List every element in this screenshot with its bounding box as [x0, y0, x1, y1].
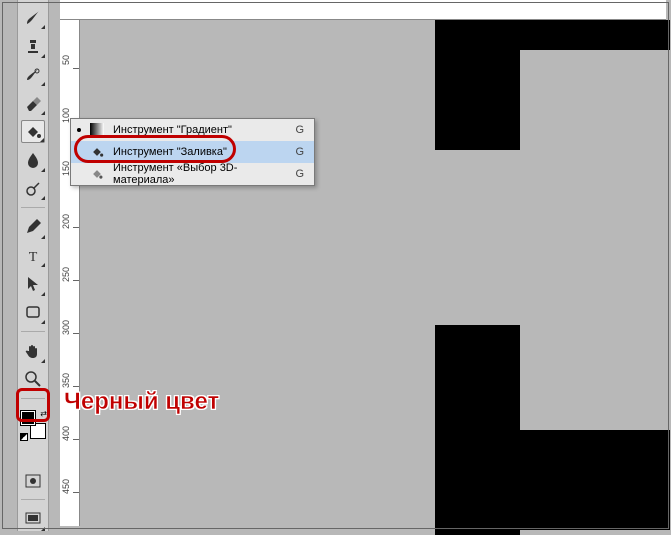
blur-tool-icon [24, 151, 42, 169]
toolbar-separator [21, 499, 45, 500]
type-tool[interactable]: T [21, 244, 45, 267]
path-select-icon [24, 275, 42, 293]
history-brush-icon [24, 66, 42, 84]
ruler-tick: 200 [62, 214, 71, 229]
toolbar-separator [21, 331, 45, 332]
dodge-tool-icon [24, 180, 42, 198]
zoom-tool[interactable] [21, 368, 45, 391]
flyout-item-3d-material[interactable]: Инструмент «Выбор 3D-материала» G [71, 163, 314, 185]
flyout-label: Инструмент "Заливка" [113, 146, 287, 158]
hand-tool-icon [24, 342, 42, 360]
eraser-tool[interactable] [21, 91, 45, 114]
ruler-tick: 50 [62, 55, 71, 65]
flyout-shortcut: G [295, 124, 304, 136]
color-swatches[interactable]: ⇄ [20, 410, 46, 439]
type-tool-icon: T [24, 247, 42, 265]
swap-colors-icon[interactable]: ⇄ [40, 409, 47, 418]
ruler-tick: 350 [62, 373, 71, 388]
gutter [49, 0, 60, 531]
flyout-item-gradient[interactable]: Инструмент "Градиент" G [71, 119, 314, 141]
canvas-area[interactable] [80, 20, 666, 526]
flyout-label: Инструмент «Выбор 3D-материала» [113, 162, 287, 186]
pen-tool-icon [24, 218, 42, 236]
canvas-shape [435, 325, 520, 535]
ruler-tick: 400 [62, 426, 71, 441]
tools-toolbar: T ⇄ [17, 0, 49, 531]
vertical-ruler[interactable]: 50 100 150 200 250 300 350 400 450 [60, 20, 80, 526]
app-outer-gutter [0, 0, 17, 531]
flyout-item-paint-bucket[interactable]: Инструмент "Заливка" G [71, 141, 314, 163]
shape-tool[interactable] [21, 301, 45, 324]
stamp-tool[interactable] [21, 34, 45, 57]
pen-tool[interactable] [21, 215, 45, 238]
ruler-tick: 450 [62, 479, 71, 494]
paint-bucket-icon [89, 144, 105, 160]
canvas-shape [435, 20, 520, 150]
ruler-tick: 250 [62, 267, 71, 282]
quick-mask-toggle[interactable] [21, 469, 45, 492]
shape-tool-icon [24, 303, 42, 321]
eraser-tool-icon [24, 94, 42, 112]
toolbar-separator [21, 207, 45, 208]
zoom-tool-icon [24, 370, 42, 388]
screen-mode-toggle[interactable] [21, 507, 45, 530]
history-brush-tool[interactable] [21, 63, 45, 86]
path-select-tool[interactable] [21, 272, 45, 295]
default-colors-icon[interactable] [20, 433, 28, 441]
active-tool-indicator [77, 128, 81, 132]
bucket-tool[interactable] [21, 120, 45, 144]
hand-tool[interactable] [21, 339, 45, 362]
screen-mode-icon [24, 510, 42, 528]
foreground-color-swatch[interactable] [20, 410, 36, 426]
toolbar-separator [21, 398, 45, 399]
flyout-shortcut: G [295, 168, 304, 180]
quick-mask-icon [24, 472, 42, 490]
svg-text:T: T [29, 250, 38, 265]
dodge-tool[interactable] [21, 177, 45, 200]
brush-tool[interactable] [21, 6, 45, 29]
horizontal-ruler[interactable] [60, 0, 666, 20]
material-drop-icon [89, 166, 105, 182]
blur-tool[interactable] [21, 148, 45, 171]
ruler-tick: 300 [62, 320, 71, 335]
stamp-tool-icon [24, 37, 42, 55]
flyout-label: Инструмент "Градиент" [113, 124, 287, 136]
bucket-tool-flyout: Инструмент "Градиент" G Инструмент "Зали… [70, 118, 315, 186]
gradient-icon [89, 122, 105, 138]
flyout-shortcut: G [295, 146, 304, 158]
brush-tool-icon [24, 9, 42, 27]
